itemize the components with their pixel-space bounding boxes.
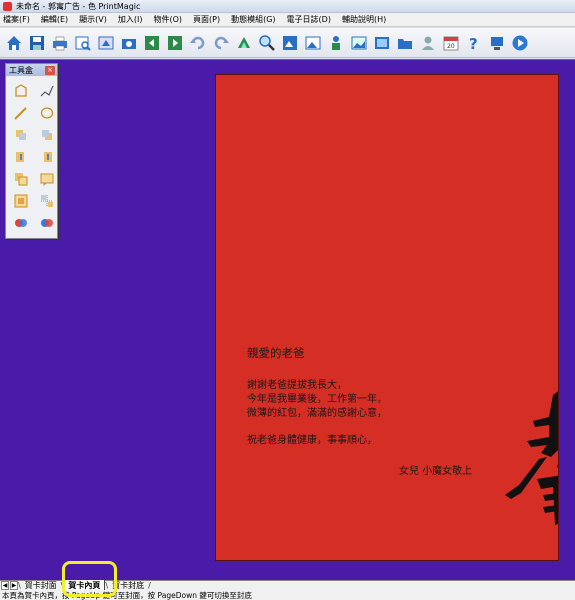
menu-view[interactable]: 顯示(V) — [76, 14, 115, 25]
menu-page[interactable]: 頁面(P) — [190, 14, 228, 25]
svg-text:20: 20 — [447, 43, 455, 50]
sheet-tabs-bar: ◀ ▶ \ 賀卡封面 \ 賀卡內頁 \ 賀卡封底 / — [0, 580, 575, 591]
next-page-icon[interactable] — [165, 33, 185, 53]
play-icon[interactable] — [510, 33, 530, 53]
toolbox-panel: 工具盒 × — [5, 63, 58, 239]
text-box-icon[interactable] — [36, 169, 58, 189]
card-line-4[interactable]: 祝老爸身體健康，事事順心， — [247, 431, 377, 446]
toolbox-title: 工具盒 — [9, 65, 33, 75]
ungroup-icon[interactable] — [36, 191, 58, 211]
person-icon[interactable] — [326, 33, 346, 53]
close-icon[interactable]: × — [45, 65, 55, 75]
card-signature[interactable]: 女兒 小魔女敬上 — [399, 462, 472, 477]
calendar-icon[interactable]: 20 — [441, 33, 461, 53]
redo-icon[interactable] — [211, 33, 231, 53]
save-icon[interactable] — [27, 33, 47, 53]
menu-bar: 檔案(F) 編輯(E) 顯示(V) 加入(I) 物件(O) 頁面(P) 動態模組… — [0, 13, 575, 27]
align-bottom-icon[interactable] — [36, 147, 58, 167]
pen-icon[interactable] — [36, 81, 58, 101]
export-icon[interactable] — [96, 33, 116, 53]
greeting-card-page[interactable]: 親愛的老爸 謝謝老爸提拔我長大， 今年是我畢業後，工作第一年， 微薄的紅包，滿滿… — [215, 74, 559, 561]
photo-icon[interactable] — [303, 33, 323, 53]
user-icon[interactable] — [418, 33, 438, 53]
prev-page-icon[interactable] — [142, 33, 162, 53]
network-icon[interactable] — [487, 33, 507, 53]
color-mix-icon[interactable] — [36, 213, 58, 233]
rotate-icon[interactable] — [234, 33, 254, 53]
card-line-1[interactable]: 謝謝老爸提拔我長大， — [247, 376, 347, 391]
gallery-icon[interactable] — [372, 33, 392, 53]
card-line-2[interactable]: 今年是我畢業後，工作第一年， — [247, 390, 387, 405]
toolbox-titlebar[interactable]: 工具盒 × — [6, 64, 57, 76]
menu-module[interactable]: 動態模組(G) — [228, 14, 283, 25]
ellipse-icon[interactable] — [36, 103, 58, 123]
duplicate-icon[interactable] — [10, 169, 32, 189]
main-toolbar: 20 ? — [0, 28, 575, 58]
card-heading[interactable]: 親愛的老爸 — [247, 345, 305, 361]
help-icon[interactable]: ? — [464, 33, 484, 53]
spring-calligraphy[interactable]: 春 — [491, 375, 559, 535]
group-icon[interactable] — [10, 191, 32, 211]
menu-file[interactable]: 檔案(F) — [0, 14, 38, 25]
menu-diary[interactable]: 電子日誌(D) — [284, 14, 339, 25]
picture-icon[interactable] — [349, 33, 369, 53]
image-icon[interactable] — [280, 33, 300, 53]
status-bar: 本頁為賀卡內頁，按 PageUp 鍵可至封面，按 PageDown 鍵可切換至封… — [0, 590, 575, 600]
send-backward-icon[interactable] — [36, 125, 58, 145]
title-bar: 未命名 - 郭寓广告 - 色 PrintMagic — [0, 0, 575, 13]
card-line-3[interactable]: 微薄的紅包，滿滿的感謝心意， — [247, 404, 387, 419]
undo-icon[interactable] — [188, 33, 208, 53]
home-icon[interactable] — [4, 33, 24, 53]
print-preview-icon[interactable] — [73, 33, 93, 53]
menu-object[interactable]: 物件(O) — [150, 14, 190, 25]
camera-icon[interactable] — [119, 33, 139, 53]
menu-edit[interactable]: 編輯(E) — [38, 14, 76, 25]
print-icon[interactable] — [50, 33, 70, 53]
status-text: 本頁為賀卡內頁，按 PageUp 鍵可至封面，按 PageDown 鍵可切換至封… — [2, 590, 252, 600]
align-top-icon[interactable] — [10, 147, 32, 167]
menu-insert[interactable]: 加入(I) — [115, 14, 151, 25]
shape-icon[interactable] — [10, 81, 32, 101]
folder-icon[interactable] — [395, 33, 415, 53]
zoom-icon[interactable] — [257, 33, 277, 53]
menu-help[interactable]: 輔助說明(H) — [339, 14, 394, 25]
bring-forward-icon[interactable] — [10, 125, 32, 145]
svg-text:?: ? — [469, 35, 478, 52]
window-title: 未命名 - 郭寓广告 - 色 PrintMagic — [16, 1, 141, 11]
app-icon — [3, 1, 12, 11]
line-icon[interactable] — [10, 103, 32, 123]
color-fill-icon[interactable] — [10, 213, 32, 233]
